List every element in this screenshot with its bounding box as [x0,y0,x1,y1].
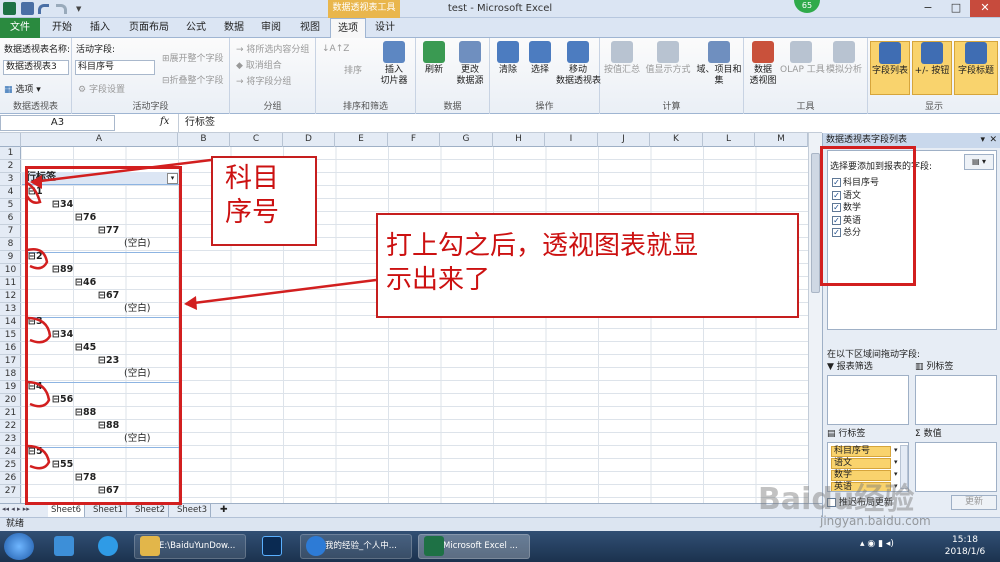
circle-row-2 [26,248,49,270]
annotation-arrow-heads [30,175,197,310]
arrow-to-row-header [31,158,212,184]
circle-row-4 [26,380,51,408]
arrow-to-pivot [185,278,377,306]
arrowhead-2 [184,296,197,310]
circle-row-3 [26,316,52,344]
circle-row-5 [26,444,51,470]
annotation-arrows [25,158,377,470]
annotation-arrow-lines [25,158,377,470]
